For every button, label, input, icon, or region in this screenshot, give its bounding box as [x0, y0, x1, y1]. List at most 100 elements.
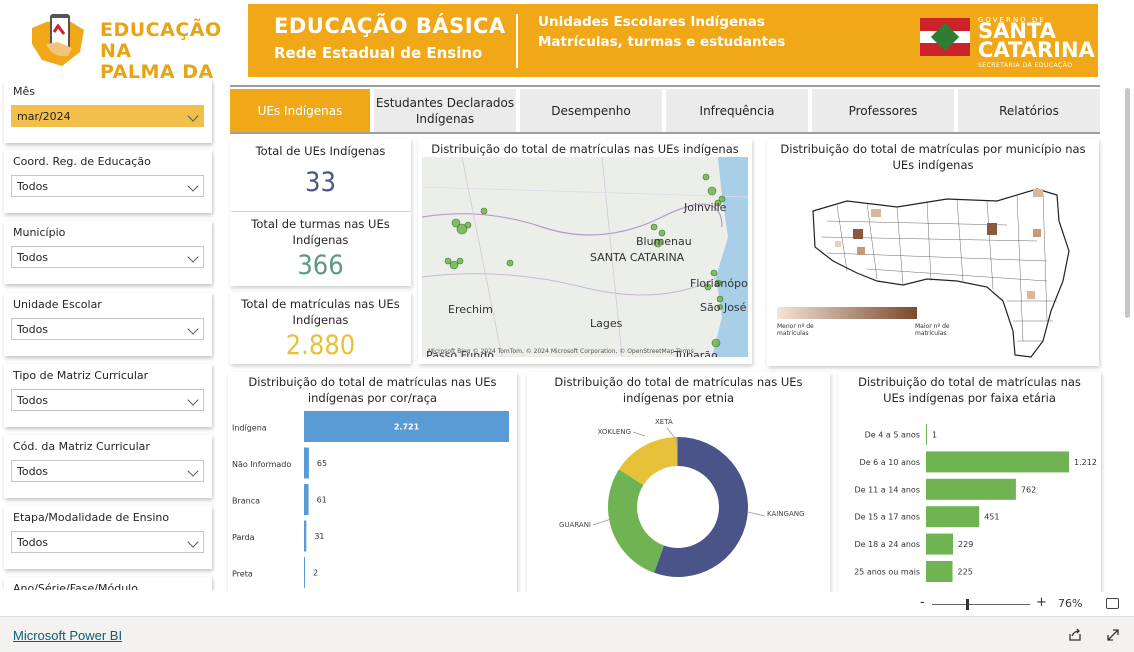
chart-faixa-card: Distribuição do total de matrículas nas …: [838, 372, 1101, 592]
filter-dropdown[interactable]: Todos: [11, 175, 204, 197]
category-label: De 15 a 17 anos: [854, 513, 920, 522]
filter-label: Município: [13, 226, 66, 239]
page-scrollbar[interactable]: [1121, 80, 1134, 590]
tab-1[interactable]: Estudantes Declarados Indígenas: [374, 89, 516, 132]
chart-raca-title: Distribuição do total de matrículas nas …: [248, 375, 497, 405]
map-background: [422, 157, 748, 357]
filter-dropdown[interactable]: Todos: [11, 531, 204, 553]
tab-2[interactable]: Desempenho: [520, 89, 662, 132]
category-label: De 18 a 24 anos: [854, 540, 920, 549]
bar[interactable]: [926, 424, 927, 445]
banner-description: Unidades Escolares Indígenas Matrículas,…: [538, 14, 786, 50]
map-label-lages: Lages: [590, 317, 623, 330]
filter-value: Todos: [17, 251, 49, 264]
filter-value: mar/2024: [17, 110, 71, 123]
filter-card: Etapa/Modalidade de Ensino Todos: [4, 506, 212, 569]
filter-value: Todos: [17, 465, 49, 478]
legend-min-label: Menor nº de matrículas: [777, 323, 814, 337]
bar[interactable]: [926, 506, 980, 528]
map-attribution-text: © 2024 TomTom, © 2024 Microsoft Corporat…: [472, 348, 694, 355]
donut-label: XOKLENG: [598, 428, 631, 436]
fullscreen-icon[interactable]: [1106, 628, 1120, 642]
zoom-in-button[interactable]: +: [1036, 595, 1047, 610]
donut-slice[interactable]: [608, 469, 664, 573]
kpi-turmas-card: Total de turmas nas UEs Indígenas 366: [230, 212, 411, 286]
map-label-florianopolis: Florianópolis: [690, 277, 748, 290]
bing-map[interactable]: Joinville Blumenau SANTA CATARINA Floria…: [422, 157, 748, 357]
app-logo: EDUCAÇÃO NA PALMA DA MÃO: [0, 0, 248, 104]
chart-faixa-svg: De 4 a 5 anos 1 De 6 a 10 anos 1.212 De 11 a…: [854, 424, 1097, 582]
banner-subtitle: Rede Estadual de Ensino: [274, 44, 483, 62]
category-label: Indígena: [232, 424, 267, 433]
bar[interactable]: [926, 478, 1016, 500]
filter-dropdown[interactable]: Todos: [11, 318, 204, 340]
filter-dropdown[interactable]: Todos: [11, 389, 204, 411]
filter-label: Mês: [13, 85, 35, 98]
bar[interactable]: [304, 557, 305, 588]
logo-line1: EDUCAÇÃO NA: [100, 19, 222, 62]
category-label: De 6 a 10 anos: [860, 458, 920, 467]
banner-title: EDUCAÇÃO BÁSICA: [274, 14, 506, 38]
legend-gradient: [777, 307, 917, 319]
category-label: Não Informado: [232, 460, 291, 469]
filter-card: Cód. da Matriz Curricular Todos: [4, 435, 212, 498]
donut-label: KAINGANG: [767, 510, 804, 518]
zoom-slider-thumb[interactable]: [966, 599, 969, 610]
scrollbar-thumb[interactable]: [1125, 88, 1130, 318]
kpi-matriculas-card: Total de matrículas nas UEs Indígenas 2.…: [230, 292, 411, 364]
tab-3[interactable]: Infrequência: [666, 89, 808, 132]
chart-raca-card: Distribuição do total de matrículas nas …: [228, 372, 517, 592]
map-label-santa-catarina: SANTA CATARINA: [590, 251, 685, 264]
map-label-blumenau: Blumenau: [636, 235, 692, 248]
map-label-erechim: Erechim: [448, 303, 493, 316]
chevron-down-icon: [187, 323, 199, 335]
kpi-ues-value: 33: [305, 167, 336, 198]
filter-label: Cód. da Matriz Curricular: [13, 440, 150, 453]
map-label-sao-jose: São José: [700, 301, 747, 314]
zoom-out-button[interactable]: -: [920, 595, 925, 610]
kpi-turmas-title: Total de turmas nas UEs Indígenas: [251, 217, 390, 247]
filter-card: Município Todos: [4, 221, 212, 284]
bar[interactable]: [926, 451, 1069, 473]
header-banner: EDUCAÇÃO NA PALMA DA MÃO EDUCAÇÃO BÁSICA…: [0, 0, 1098, 104]
filter-label: Ano/Série/Fase/Módulo: [13, 582, 138, 590]
bar[interactable]: [304, 447, 309, 479]
category-label: Parda: [232, 533, 255, 542]
tab-0[interactable]: UEs Indígenas: [230, 89, 370, 132]
tab-5[interactable]: Relatórios: [958, 89, 1100, 132]
bar[interactable]: [926, 533, 954, 555]
fit-to-page-icon[interactable]: [1106, 598, 1119, 609]
category-label: Branca: [232, 497, 260, 506]
kpi-turmas-value: 366: [297, 250, 344, 281]
kpi-ues-card: Total de UEs Indígenas 33: [230, 139, 411, 211]
gov-logo: GOVERNO DE SANTA CATARINA SECRETARIA DA …: [920, 14, 1095, 70]
filter-card: Coord. Reg. de Educação Todos: [4, 150, 212, 213]
data-label: 2: [313, 569, 318, 578]
phone-hand-icon: [32, 14, 84, 66]
filter-dropdown[interactable]: Todos: [11, 460, 204, 482]
donut-label: GUARANI: [559, 521, 591, 529]
tab-4[interactable]: Professores: [812, 89, 954, 132]
gov-foot: SECRETARIA DA EDUCAÇÃO: [978, 62, 1073, 69]
chevron-down-icon: [187, 465, 199, 477]
leader-line: [666, 427, 676, 439]
filter-card: Ano/Série/Fase/Módulo: [4, 577, 212, 590]
data-label: 65: [317, 459, 327, 468]
zoom-level: 76%: [1058, 597, 1083, 610]
chart-etnia-svg: KAINGANG GUARANI XOKLENG XETÁ: [559, 417, 804, 577]
powerbi-link[interactable]: Microsoft Power BI: [13, 628, 122, 643]
kpi-ues-title: Total de UEs Indígenas: [255, 144, 386, 158]
filter-value: Todos: [17, 536, 49, 549]
zoom-slider-track[interactable]: [932, 604, 1030, 605]
bar[interactable]: [304, 520, 307, 552]
data-label: 229: [958, 540, 973, 549]
filter-dropdown[interactable]: Todos: [11, 246, 204, 268]
bar[interactable]: [926, 561, 953, 582]
bar[interactable]: [304, 484, 309, 515]
chevron-down-icon: [187, 110, 199, 122]
footer-bar: Microsoft Power BI: [0, 616, 1134, 652]
filter-card: Unidade Escolar Todos: [4, 293, 212, 356]
gov-line2: CATARINA: [978, 38, 1095, 62]
filter-dropdown[interactable]: mar/2024: [11, 105, 204, 127]
share-icon[interactable]: [1068, 628, 1082, 642]
